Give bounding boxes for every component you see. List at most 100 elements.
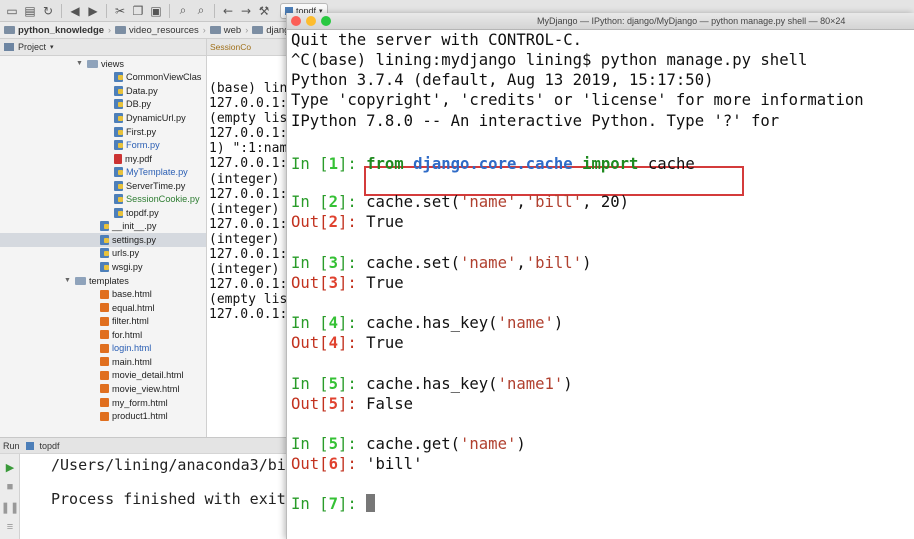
string-literal: 'name' xyxy=(460,193,517,212)
run-config-name[interactable]: topdf xyxy=(40,441,60,451)
tree-item[interactable]: MyTemplate.py xyxy=(114,165,188,179)
save-icon[interactable]: ▤ xyxy=(22,3,38,19)
code-call: cache.set( xyxy=(366,193,461,212)
paste-icon[interactable]: ▣ xyxy=(148,3,164,19)
zoom-window-button[interactable] xyxy=(321,16,331,26)
tree-item-label: Data.py xyxy=(126,85,158,96)
toolbar-divider xyxy=(214,3,215,18)
tree-item[interactable]: DB.py xyxy=(114,98,151,112)
project-panel-header[interactable]: Project ▾ xyxy=(0,39,206,56)
folder-icon xyxy=(115,26,127,34)
rerun-icon[interactable]: ▶ xyxy=(3,460,17,474)
tree-item-label: __init__.py xyxy=(112,221,157,232)
tree-item[interactable]: wsgi.py xyxy=(100,260,143,274)
tree-item[interactable]: for.html xyxy=(100,328,142,342)
build-icon[interactable]: ⚒ xyxy=(256,3,272,19)
wrap-icon[interactable]: ≡ xyxy=(3,520,17,534)
text-cursor xyxy=(366,494,376,513)
tree-item[interactable]: urls.py xyxy=(100,247,139,261)
stop-icon[interactable]: ■ xyxy=(3,480,17,494)
tree-item[interactable]: movie_detail.html xyxy=(100,369,184,383)
in-prompt-number: 3 xyxy=(328,253,338,272)
copy-icon[interactable]: ❐ xyxy=(130,3,146,19)
tree-item[interactable]: Form.py xyxy=(114,138,160,152)
tree-item[interactable]: DynamicUrl.py xyxy=(114,111,186,125)
tree-item[interactable]: settings.py xyxy=(0,233,206,247)
sync-icon[interactable]: ↻ xyxy=(40,3,56,19)
tab-sessioncookie[interactable]: SessionCo xyxy=(210,42,251,52)
tree-item[interactable]: ServerTime.py xyxy=(114,179,185,193)
breadcrumb-item[interactable]: python_knowledge xyxy=(0,25,108,36)
replace-icon[interactable]: ⌕ xyxy=(193,3,209,19)
run-output-line: Process finished with exit xyxy=(51,490,286,508)
search-icon[interactable]: ⌕ xyxy=(175,3,191,19)
tree-item[interactable]: CommonViewClas xyxy=(114,71,201,85)
tree-item-label: MyTemplate.py xyxy=(126,167,188,178)
in-prompt: In [5]: xyxy=(291,435,366,453)
chevron-down-icon[interactable]: ▼ xyxy=(76,60,84,67)
terminal-content[interactable]: Quit the server with CONTROL-C. ^C(base) … xyxy=(287,30,914,513)
chevron-down-icon[interactable]: ▼ xyxy=(64,277,72,284)
breadcrumb-item[interactable]: video_resources xyxy=(111,25,203,36)
cut-icon[interactable]: ✂ xyxy=(112,3,128,19)
code-call: cache.has_key( xyxy=(366,314,498,333)
minimize-window-button[interactable] xyxy=(306,16,316,26)
toolbar-divider xyxy=(61,3,62,18)
in-prompt-close: ]: xyxy=(337,374,367,393)
tree-item[interactable]: filter.html xyxy=(100,314,149,328)
output-value: True xyxy=(366,213,404,232)
out-prompt: Out[5]: xyxy=(291,395,366,413)
in-prompt: In [1]: xyxy=(291,155,366,173)
tree-item[interactable]: product1.html xyxy=(100,409,168,423)
input-prompt-line: In [5]: cache.get('name') xyxy=(291,434,526,454)
tree-item[interactable]: equal.html xyxy=(100,301,154,315)
breadcrumb-item[interactable]: web xyxy=(206,25,245,36)
tree-item-label: for.html xyxy=(112,329,143,340)
folder-open-icon[interactable]: ▭ xyxy=(4,3,20,19)
tree-item[interactable]: __init__.py xyxy=(100,220,156,234)
nav-back-icon[interactable]: ← xyxy=(220,3,236,19)
in-prompt-close: ]: xyxy=(337,193,367,212)
server-output-line: 127.0.0.1: xyxy=(209,307,286,323)
tree-item[interactable]: movie_view.html xyxy=(100,382,179,396)
tree-item[interactable]: ▼ views xyxy=(76,57,124,71)
project-tree: ▼ views CommonViewClas Data.py DB.py DynamicU… xyxy=(0,56,206,437)
tree-item[interactable]: ▼ templates xyxy=(64,274,129,288)
tree-item-label: movie_detail.html xyxy=(112,370,184,381)
tree-item-label: urls.py xyxy=(112,248,140,259)
html-file-icon xyxy=(100,316,109,326)
tree-item-label: main.html xyxy=(112,356,152,367)
close-window-button[interactable] xyxy=(291,16,301,26)
tree-item[interactable]: main.html xyxy=(100,355,152,369)
tree-item[interactable]: First.py xyxy=(114,125,156,139)
out-prompt-close: ]: xyxy=(337,273,367,292)
code-call: cache.has_key( xyxy=(366,374,498,393)
tree-item[interactable]: my_form.html xyxy=(100,396,168,410)
back-arrow-icon[interactable]: ◀ xyxy=(67,3,83,19)
tree-item[interactable]: topdf.py xyxy=(114,206,159,220)
terminal-window[interactable]: MyDjango — IPython: django/MyDjango — py… xyxy=(286,13,914,539)
tree-item[interactable]: base.html xyxy=(100,287,152,301)
html-file-icon xyxy=(100,330,109,340)
html-file-icon xyxy=(100,370,109,380)
out-prompt-label: Out[ xyxy=(291,394,329,413)
tree-item-label: filter.html xyxy=(112,316,149,327)
in-prompt-close: ]: xyxy=(337,495,367,514)
out-prompt-close: ]: xyxy=(337,394,367,413)
terminal-title: MyDjango — IPython: django/MyDjango — py… xyxy=(537,16,846,26)
tree-item-label: settings.py xyxy=(112,234,156,245)
run-panel-header: Run topdf xyxy=(0,437,290,454)
tree-item[interactable]: login.html xyxy=(100,342,151,356)
breadcrumb: python_knowledge › video_resources › web… xyxy=(0,22,300,39)
pause-icon[interactable]: ❚❚ xyxy=(1,500,19,514)
toolbar-divider xyxy=(106,3,107,18)
tree-item[interactable]: SessionCookie.py xyxy=(114,193,200,207)
tree-item-label: wsgi.py xyxy=(112,262,143,273)
output-line: Out[4]: True xyxy=(291,333,404,353)
nav-forward-icon[interactable]: → xyxy=(238,3,254,19)
tree-item-label: First.py xyxy=(126,126,157,137)
tree-item[interactable]: Data.py xyxy=(114,84,158,98)
forward-arrow-icon[interactable]: ▶ xyxy=(85,3,101,19)
in-prompt-label: In [ xyxy=(291,374,329,393)
tree-item[interactable]: my.pdf xyxy=(114,152,152,166)
